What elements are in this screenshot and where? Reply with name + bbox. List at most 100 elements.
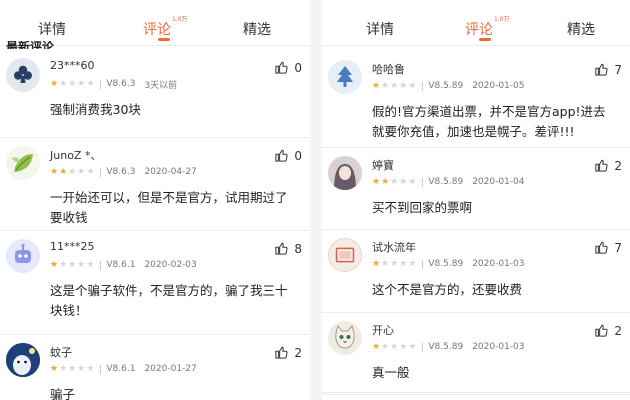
tab-details[interactable]: 详情 — [38, 19, 66, 39]
review-card[interactable]: 开心 ★ ★ ★ ★ ★ V8.5.89 2020-01-03 真一般 2 — [322, 313, 630, 393]
review-username[interactable]: 蚊子 — [50, 344, 72, 360]
review-card[interactable]: 蚊子 ★ ★ ★ ★ ★ V8.6.1 2020-01-27 骗子 2 — [0, 335, 310, 400]
like-button[interactable]: 2 — [594, 323, 622, 338]
club-icon[interactable] — [6, 58, 40, 92]
tab-picks[interactable]: 精选 — [567, 19, 595, 39]
star-empty-icon: ★ — [68, 166, 77, 177]
review-username[interactable]: 11***25 — [50, 240, 95, 253]
tab-comments-label: 评论 — [465, 22, 493, 38]
star-empty-icon: ★ — [68, 259, 77, 270]
review-meta: ★ ★ ★ ★ ★ V8.5.89 2020-01-03 — [372, 258, 525, 270]
review-text: 强制消费我30块 — [50, 102, 141, 117]
rating-stars: ★ ★ ★ ★ ★ — [50, 166, 94, 177]
review-card[interactable]: 23***60 ★ ★ ★ ★ ★ V8.6.3 3天以前 强制消费我30块 0 — [0, 50, 310, 138]
review-meta: ★ ★ ★ ★ ★ V8.5.89 2020-01-03 — [372, 341, 525, 353]
owl-icon[interactable] — [6, 343, 40, 377]
review-date: 2020-01-03 — [472, 342, 525, 352]
next-review-edge — [322, 394, 630, 400]
rating-stars: ★ ★ ★ ★ ★ — [50, 259, 94, 270]
review-card[interactable]: 11***25 ★ ★ ★ ★ ★ V8.6.1 2020-02-03 这是个骗子软件，… — [0, 231, 310, 335]
review-username[interactable]: 哈哈鲁 — [372, 61, 405, 77]
tree-icon[interactable] — [328, 60, 362, 94]
rating-stars: ★ ★ ★ ★ ★ — [50, 363, 94, 374]
review-card[interactable]: 试水流年 ★ ★ ★ ★ ★ V8.5.89 2020-01-03 这个不是官方的，还要… — [322, 230, 630, 313]
review-version: V8.5.89 — [428, 177, 464, 187]
rating-stars: ★ ★ ★ ★ ★ — [372, 341, 417, 352]
tab-comments[interactable]: 评论1.0万 — [465, 16, 510, 39]
review-version: V8.5.89 — [428, 81, 464, 91]
like-button[interactable]: 0 — [274, 60, 302, 75]
like-button[interactable]: 7 — [594, 62, 622, 77]
star-empty-icon: ★ — [408, 341, 417, 352]
review-date: 2020-01-05 — [472, 81, 525, 91]
tab-comments[interactable]: 评论1.0万 — [143, 16, 188, 39]
star-empty-icon: ★ — [59, 363, 68, 374]
like-button[interactable]: 8 — [274, 241, 302, 256]
star-empty-icon: ★ — [59, 259, 68, 270]
review-username[interactable]: 23***60 — [50, 59, 95, 72]
review-meta: ★ ★ ★ ★ ★ V8.6.1 2020-02-03 — [50, 259, 197, 271]
star-empty-icon: ★ — [390, 80, 399, 91]
meta-divider — [422, 81, 424, 91]
meta-divider — [422, 177, 424, 187]
thumbs-up-icon — [275, 242, 288, 255]
review-date: 2020-02-03 — [144, 260, 197, 270]
review-username[interactable]: JunoZ *、 — [50, 147, 101, 163]
rating-stars: ★ ★ ★ ★ ★ — [372, 259, 416, 269]
like-button[interactable]: 0 — [274, 148, 302, 163]
leaf-icon[interactable] — [6, 146, 40, 180]
star-filled-icon: ★ — [59, 166, 68, 177]
thumbs-up-icon — [275, 61, 288, 74]
review-meta: ★ ★ ★ ★ ★ V8.5.89 2020-01-05 — [372, 80, 525, 92]
star-filled-icon: ★ — [50, 166, 59, 177]
like-button[interactable]: 2 — [594, 158, 622, 173]
stamp-icon[interactable] — [328, 238, 362, 272]
star-empty-icon: ★ — [68, 363, 77, 374]
like-button[interactable]: 2 — [274, 345, 302, 360]
right-comments-panel: 详情 评论1.0万 精选 哈哈鲁 ★ ★ ★ ★ ★ V8.5.89 2020-01-0… — [322, 0, 630, 400]
star-filled-icon: ★ — [50, 259, 59, 270]
meta-divider — [100, 260, 102, 270]
star-empty-icon: ★ — [399, 176, 408, 187]
review-date: 2020-01-04 — [472, 177, 525, 187]
like-button[interactable]: 7 — [594, 240, 622, 255]
review-card[interactable]: 婷寶 ★ ★ ★ ★ ★ V8.5.89 2020-01-04 买不到回家的票啊 2 — [322, 148, 630, 230]
thumbs-up-icon — [595, 241, 608, 254]
comments-count-badge: 1.0万 — [172, 16, 188, 24]
like-count: 8 — [294, 241, 302, 256]
review-meta: ★ ★ ★ ★ ★ V8.6.3 2020-04-27 — [50, 166, 197, 178]
star-empty-icon: ★ — [408, 176, 417, 187]
review-card[interactable]: 哈哈鲁 ★ ★ ★ ★ ★ V8.5.89 2020-01-05 假的!官方渠道出票，并… — [322, 52, 630, 148]
star-empty-icon: ★ — [408, 80, 417, 91]
review-text: 这是个骗子软件，不是官方的，骗了我三十块钱！ — [50, 283, 288, 318]
cat-icon[interactable] — [328, 321, 362, 355]
review-username[interactable]: 婷寶 — [372, 157, 394, 173]
star-empty-icon: ★ — [77, 78, 86, 89]
meta-divider — [422, 342, 424, 352]
star-empty-icon: ★ — [381, 341, 390, 352]
like-count: 7 — [614, 62, 622, 77]
review-date: 2020-04-27 — [144, 167, 197, 177]
star-empty-icon: ★ — [399, 80, 408, 91]
review-text: 真一般 — [372, 365, 410, 380]
girl-icon[interactable] — [328, 156, 362, 190]
meta-divider — [100, 79, 102, 89]
tab-details[interactable]: 详情 — [366, 19, 394, 39]
review-username[interactable]: 开心 — [372, 322, 394, 338]
like-count: 0 — [294, 60, 302, 75]
tab-picks[interactable]: 精选 — [243, 19, 271, 39]
review-version: V8.6.3 — [106, 167, 136, 177]
star-empty-icon: ★ — [390, 176, 399, 187]
star-empty-icon: ★ — [399, 341, 408, 352]
review-version: V8.5.89 — [428, 259, 464, 269]
star-filled-icon: ★ — [50, 78, 59, 89]
review-username[interactable]: 试水流年 — [372, 239, 416, 255]
robot-icon[interactable] — [6, 239, 40, 273]
tab-bar: 详情 评论1.0万 精选 — [0, 0, 310, 46]
star-filled-icon: ★ — [372, 341, 381, 352]
star-filled-icon: ★ — [372, 80, 381, 91]
review-card[interactable]: JunoZ *、 ★ ★ ★ ★ ★ V8.6.3 2020-04-27 一开始还可以，… — [0, 138, 310, 231]
star-empty-icon: ★ — [77, 259, 86, 270]
review-text: 买不到回家的票啊 — [372, 200, 473, 215]
star-empty-icon: ★ — [77, 166, 86, 177]
